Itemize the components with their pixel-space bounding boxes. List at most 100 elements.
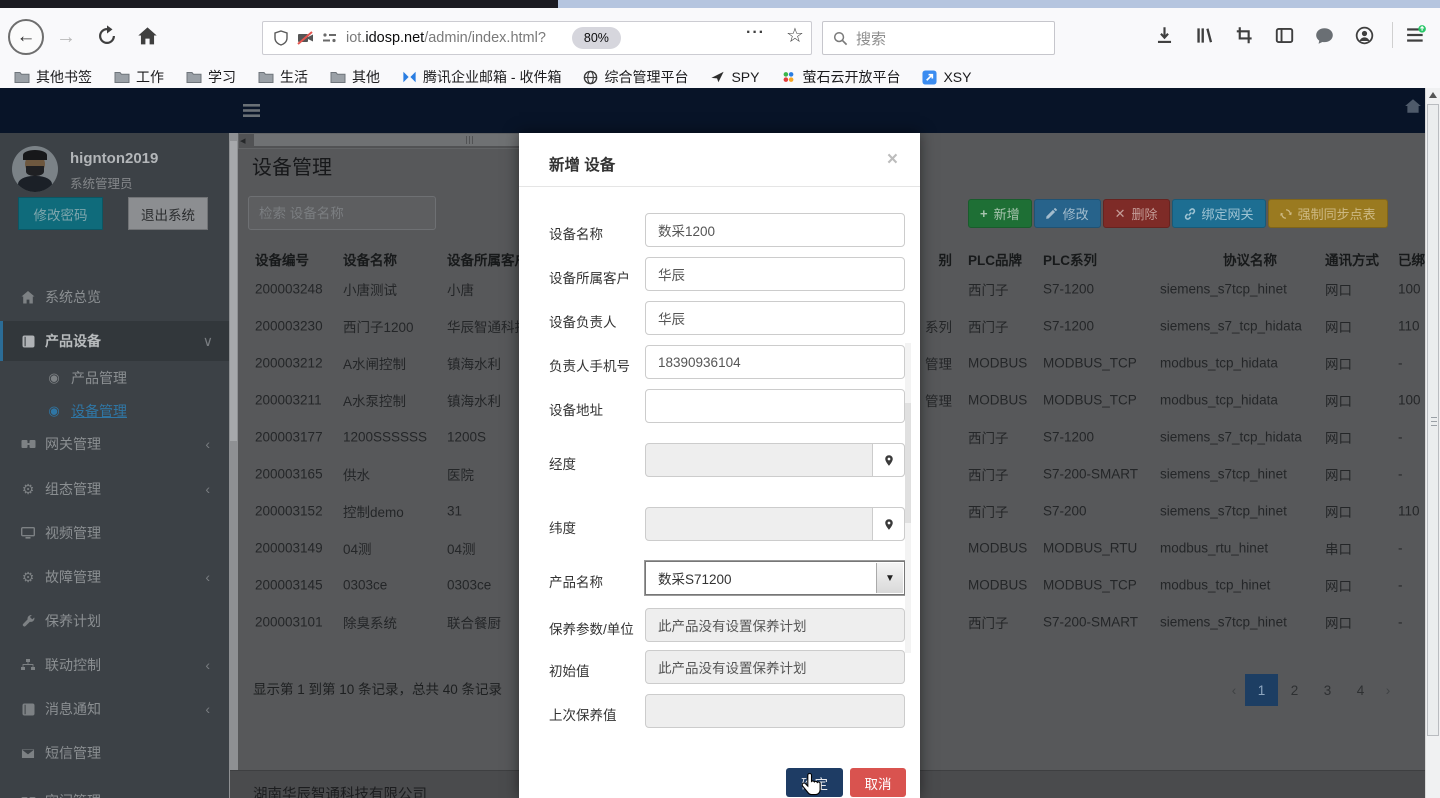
col-header[interactable]: PLC品牌 xyxy=(968,249,1022,269)
bookmark-folder[interactable]: 其他 xyxy=(330,67,380,87)
device-address-input[interactable] xyxy=(645,389,905,423)
camera-blocked-icon[interactable] xyxy=(297,31,314,45)
owner-phone-input[interactable] xyxy=(645,345,905,379)
col-header[interactable]: 设备编号 xyxy=(255,249,309,269)
envelope-icon xyxy=(20,748,36,759)
bind-gateway-button[interactable]: 绑定网关 xyxy=(1172,199,1266,228)
sidebar-item-gateway[interactable]: 网关管理 ‹ xyxy=(0,424,230,464)
bookmark-folder[interactable]: 工作 xyxy=(114,67,164,87)
forward-button[interactable]: → xyxy=(56,26,76,49)
product-name-select[interactable]: 数采S71200 ▼ xyxy=(645,561,905,595)
latitude-map-pin-button[interactable] xyxy=(872,507,905,541)
longitude-map-pin-button[interactable] xyxy=(872,443,905,477)
table-cell: S7-1200 xyxy=(1043,429,1094,444)
sidebar-toggle-icon[interactable] xyxy=(1275,26,1294,45)
chevron-left-icon: ‹ xyxy=(205,481,210,497)
browser-vertical-scrollbar[interactable] xyxy=(1425,88,1440,798)
col-header[interactable]: 协议名称 xyxy=(1160,249,1340,269)
sidebar-scrollbar[interactable] xyxy=(229,133,238,798)
device-owner-input[interactable] xyxy=(645,301,905,335)
bookmark-spy[interactable]: SPY xyxy=(710,69,759,85)
initial-value-input xyxy=(645,650,905,684)
reload-button[interactable] xyxy=(96,25,118,47)
edit-button[interactable]: 修改 xyxy=(1034,199,1101,228)
tencent-mail-icon xyxy=(402,70,417,84)
sidebar-collapse-icon[interactable] xyxy=(243,103,260,118)
device-name-input[interactable] xyxy=(645,213,905,247)
account-icon[interactable] xyxy=(1355,26,1374,45)
table-cell: 200003145 xyxy=(255,577,323,592)
refresh-icon xyxy=(1280,208,1292,220)
page-next[interactable]: › xyxy=(1377,674,1399,706)
home-button[interactable] xyxy=(137,26,158,47)
downloads-icon[interactable] xyxy=(1155,26,1174,45)
sidebar-item-products-devices[interactable]: 产品设备 ∨ xyxy=(0,321,230,361)
vscroll-thumb[interactable] xyxy=(1427,104,1439,736)
add-button[interactable]: +新增 xyxy=(968,199,1032,228)
sidebar-item-notifications[interactable]: 消息通知 ‹ xyxy=(0,689,230,729)
modal-divider xyxy=(519,186,920,187)
url-text[interactable]: iot.idosp.net/admin/index.html? xyxy=(346,30,546,46)
delete-button[interactable]: ✕删除 xyxy=(1103,199,1170,228)
table-cell: 110 xyxy=(1398,318,1420,333)
col-header[interactable]: PLC系列 xyxy=(1043,249,1097,269)
zoom-level-badge[interactable]: 80% xyxy=(572,27,621,49)
library-icon[interactable] xyxy=(1195,26,1214,45)
page-3[interactable]: 3 xyxy=(1311,674,1344,706)
col-header[interactable]: 通讯方式 xyxy=(1325,249,1379,269)
bookmark-star-icon[interactable]: ☆ xyxy=(786,23,804,48)
sidebar-item-video[interactable]: 视频管理 xyxy=(0,513,230,553)
logout-button[interactable]: 退出系统 xyxy=(128,197,208,230)
scroll-up-arrow-icon[interactable] xyxy=(1429,92,1437,98)
sidebar-item-overview[interactable]: 系统总览 xyxy=(0,277,230,317)
table-cell: 西门子 xyxy=(968,316,1009,336)
shield-icon[interactable] xyxy=(273,30,289,46)
bookmark-ezviz[interactable]: 萤石云开放平台 xyxy=(781,67,900,87)
table-cell: S7-200-SMART xyxy=(1043,614,1138,629)
bookmark-folder[interactable]: 学习 xyxy=(186,67,236,87)
url-bar[interactable]: iot.idosp.net/admin/index.html? 80% xyxy=(262,21,812,55)
table-cell: siemens_s7tcp_hinet xyxy=(1160,281,1287,296)
messages-icon[interactable] xyxy=(1315,27,1334,45)
table-cell: modbus_rtu_hinet xyxy=(1160,540,1268,555)
bookmark-folder[interactable]: 生活 xyxy=(258,67,308,87)
sidebar-item-maintenance[interactable]: 保养计划 xyxy=(0,601,230,641)
sidebar-item-sms[interactable]: 短信管理 xyxy=(0,733,230,773)
page-4[interactable]: 4 xyxy=(1344,674,1377,706)
device-customer-input[interactable] xyxy=(645,257,905,291)
screenshot-icon[interactable] xyxy=(1235,26,1254,45)
table-cell: siemens_s7tcp_hinet xyxy=(1160,614,1287,629)
scroll-left-arrow-icon[interactable]: ◂ xyxy=(240,134,246,147)
menu-hamburger-icon[interactable] xyxy=(1406,25,1426,45)
field-label: 经度 xyxy=(549,453,576,473)
bookmark-xsy[interactable]: XSY xyxy=(922,69,971,85)
table-cell: MODBUS xyxy=(968,392,1027,407)
col-header[interactable]: 别 xyxy=(939,249,953,269)
change-password-button[interactable]: 修改密码 xyxy=(18,197,103,230)
page-1[interactable]: 1 xyxy=(1245,674,1278,706)
bookmark-tencent-mail[interactable]: 腾讯企业邮箱 - 收件箱 xyxy=(402,67,561,87)
ezviz-dots-icon xyxy=(781,70,796,84)
cancel-button[interactable]: 取消 xyxy=(850,768,906,797)
sidebar-item-configuration[interactable]: ⚙ 组态管理 ‹ xyxy=(0,469,230,509)
folder-icon xyxy=(258,70,274,84)
page-actions-icon[interactable]: ··· xyxy=(746,24,765,42)
device-search-input[interactable] xyxy=(248,196,436,230)
modal-scrollbar[interactable] xyxy=(905,343,911,653)
back-button[interactable]: ← xyxy=(8,19,44,55)
sync-button[interactable]: 强制同步点表 xyxy=(1268,199,1388,228)
sidebar-item-space[interactable]: 空间管理 xyxy=(0,781,230,798)
browser-search-box[interactable]: 搜索 xyxy=(822,21,1055,55)
page-prev[interactable]: ‹ xyxy=(1223,674,1245,706)
page-2[interactable]: 2 xyxy=(1278,674,1311,706)
col-header[interactable]: 已绑 xyxy=(1398,249,1425,269)
close-icon[interactable]: × xyxy=(887,149,898,171)
sidebar-item-linkage[interactable]: 联动控制 ‹ xyxy=(0,645,230,685)
bookmark-folder[interactable]: 其他书签 xyxy=(14,67,92,87)
app-home-icon[interactable] xyxy=(1404,98,1422,114)
permissions-icon[interactable] xyxy=(322,31,337,45)
bookmark-mgmt-platform[interactable]: 综合管理平台 xyxy=(583,67,688,87)
col-header[interactable]: 设备名称 xyxy=(343,249,397,269)
sidebar-item-fault[interactable]: ⚙ 故障管理 ‹ xyxy=(0,557,230,597)
pencil-icon xyxy=(1046,208,1057,219)
